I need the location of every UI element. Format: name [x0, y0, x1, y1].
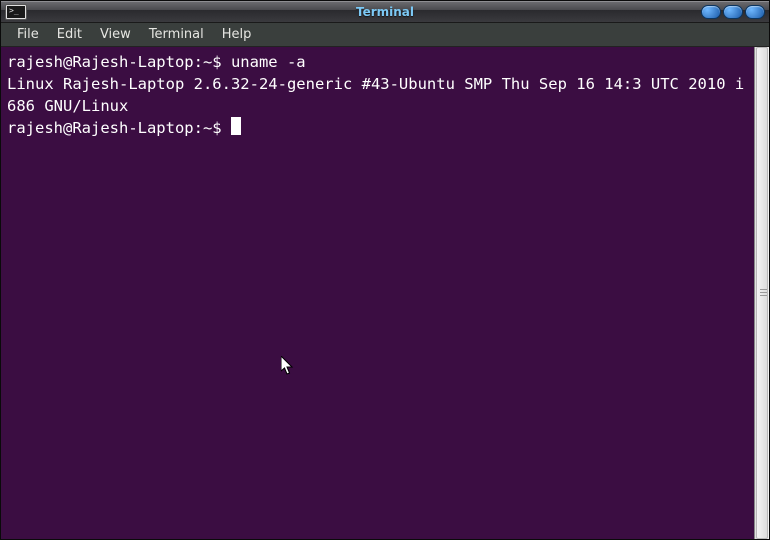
prompt: rajesh@Rajesh-Laptop:~$ — [7, 119, 231, 137]
terminal-line: rajesh@Rajesh-Laptop:~$ uname -a — [7, 53, 306, 71]
typed-command: uname -a — [231, 53, 306, 71]
window-title: Terminal — [1, 5, 769, 19]
menu-terminal[interactable]: Terminal — [141, 25, 212, 44]
menubar: File Edit View Terminal Help — [1, 23, 769, 47]
scrollbar-track[interactable] — [755, 47, 769, 539]
maximize-button[interactable] — [723, 5, 743, 19]
prompt: rajesh@Rajesh-Laptop:~$ — [7, 53, 231, 71]
scrollbar-thumb[interactable] — [756, 47, 768, 539]
terminal-app-icon — [5, 4, 27, 20]
window-controls — [701, 5, 765, 19]
scrollbar-grip-icon — [760, 289, 767, 297]
close-button[interactable] — [745, 5, 765, 19]
terminal-line: rajesh@Rajesh-Laptop:~$ — [7, 119, 241, 137]
menu-file[interactable]: File — [9, 25, 47, 44]
menu-help[interactable]: Help — [214, 25, 260, 44]
text-cursor — [231, 117, 241, 135]
terminal-window: Terminal File Edit View Terminal Help ra… — [0, 0, 770, 540]
terminal-line: Linux Rajesh-Laptop 2.6.32-24-generic #4… — [7, 75, 744, 115]
menu-view[interactable]: View — [92, 25, 139, 44]
minimize-button[interactable] — [701, 5, 721, 19]
menu-edit[interactable]: Edit — [49, 25, 90, 44]
titlebar[interactable]: Terminal — [1, 1, 769, 23]
terminal-area: rajesh@Rajesh-Laptop:~$ uname -a Linux R… — [1, 47, 769, 539]
terminal-output[interactable]: rajesh@Rajesh-Laptop:~$ uname -a Linux R… — [1, 47, 754, 539]
vertical-scrollbar[interactable] — [754, 47, 769, 539]
